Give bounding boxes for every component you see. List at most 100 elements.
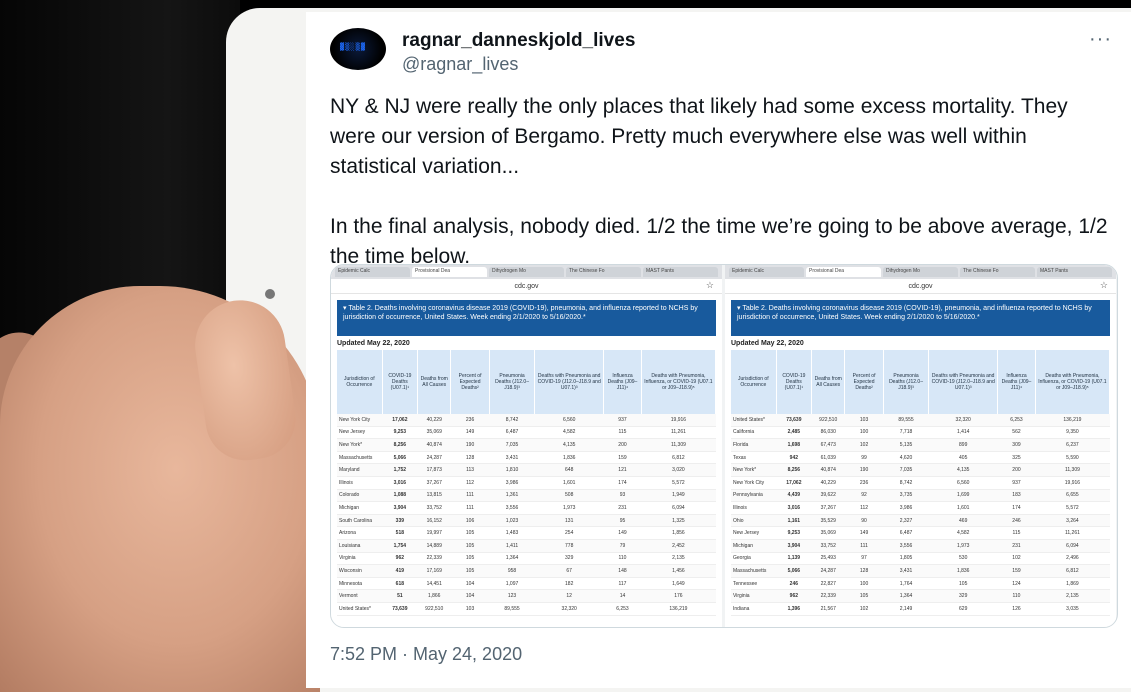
column-header: Influenza Deaths (J09–J11)⁴ [997, 350, 1036, 414]
table-cell: 103 [450, 602, 490, 616]
table-cell: 3,735 [883, 489, 929, 503]
avatar[interactable]: ▓▒░▒▓ [330, 28, 386, 70]
table-cell: 99 [844, 451, 884, 465]
table-cell: 159 [997, 564, 1036, 578]
updated-date: Updated May 22, 2020 [337, 340, 410, 347]
table-cell: 14,451 [417, 577, 451, 591]
table-cell: 40,874 [417, 438, 451, 452]
table-cell: Maryland [337, 463, 383, 477]
tablet-camera [265, 289, 275, 299]
display-name[interactable]: ragnar_danneskjold_lives [402, 30, 635, 52]
table-cell: 5,572 [641, 476, 716, 490]
table-cell: 73,639 [776, 414, 812, 427]
table-cell: 115 [997, 526, 1036, 540]
table-row: United States* 73,639 922,510 103 89,555 32,3… [337, 602, 716, 616]
table-cell: 899 [928, 438, 998, 452]
table-cell: 1,810 [489, 463, 535, 477]
table-cell: 89,555 [489, 602, 535, 616]
table-cell: Vermont [337, 589, 383, 603]
table-cell: 518 [382, 526, 418, 540]
table-cell: 32,320 [534, 602, 604, 616]
table-cell: 1,601 [534, 476, 604, 490]
table-cell: Virginia [731, 589, 777, 603]
table-cell: 309 [997, 438, 1036, 452]
table-row: Minnesota 618 14,451 104 1,097 182 117 1,649 [337, 577, 716, 591]
table-cell: 17,062 [776, 476, 812, 490]
table-row: Maryland 1,752 17,873 113 1,810 648 121 3,020 [337, 463, 716, 477]
table-cell: 5,572 [1035, 501, 1110, 515]
table-cell: 67,473 [811, 438, 845, 452]
table-cell: 131 [534, 514, 604, 528]
table-cell: Wisconsin [337, 564, 383, 578]
table-cell: 174 [997, 501, 1036, 515]
table-cell: Michigan [337, 501, 383, 515]
table-row: Massachusetts 5,066 24,287 128 3,431 1,836 159… [731, 564, 1110, 578]
table-cell: 103 [844, 414, 884, 427]
deaths-table-right: Jurisdiction of Occurrence COVID-19 Death… [731, 350, 1111, 616]
table-cell: 92 [844, 489, 884, 503]
table-row: Virginia 962 22,339 105 1,364 329 110 2,135 [337, 552, 716, 566]
table-cell: 113 [450, 463, 490, 477]
table-cell: 1,601 [928, 501, 998, 515]
table-cell: 112 [844, 501, 884, 515]
table-banner: ▾ Table 2. Deaths involving coronavirus … [731, 300, 1110, 336]
table-cell: 922,510 [417, 602, 451, 616]
table-cell: Illinois [337, 476, 383, 490]
url-text: cdc.gov [908, 282, 933, 290]
table-cell: 1,856 [641, 526, 716, 540]
table-cell: 102 [997, 552, 1036, 566]
table-cell: 3,431 [883, 564, 929, 578]
table-cell: 11,309 [1035, 463, 1110, 477]
browser-tabs: Epidemic Calc Provisional Dea Dihydrogen M… [331, 265, 722, 279]
table-cell: 329 [534, 552, 604, 566]
table-cell: 22,339 [417, 552, 451, 566]
table-cell: 942 [776, 451, 812, 465]
table-row: Virginia 962 22,339 105 1,364 329 110 2,135 [731, 589, 1110, 603]
column-header: Influenza Deaths (J09–J11)⁴ [603, 350, 642, 414]
table-cell: 86,030 [811, 426, 845, 440]
user-handle[interactable]: @ragnar_lives [402, 54, 518, 75]
table-cell: 102 [844, 438, 884, 452]
table-cell: 22,339 [811, 589, 845, 603]
table-cell: 19,997 [417, 526, 451, 540]
table-cell: 962 [382, 552, 418, 566]
table-cell: 7,035 [883, 463, 929, 477]
table-cell: 121 [603, 463, 642, 477]
more-options-icon[interactable]: ··· [1089, 28, 1112, 51]
table-cell: 13,815 [417, 489, 451, 503]
table-cell: 200 [997, 463, 1036, 477]
table-cell: South Carolina [337, 514, 383, 528]
table-cell: 3,016 [382, 476, 418, 490]
table-cell: New York* [337, 438, 383, 452]
table-cell: 4,135 [534, 438, 604, 452]
tweet-media-image[interactable]: Epidemic Calc Provisional Dea Dihydrogen M… [330, 264, 1118, 628]
table-cell: 105 [844, 589, 884, 603]
tweet-timestamp[interactable]: 7:52 PM · May 24, 2020 [330, 644, 522, 665]
table-cell: 6,253 [603, 602, 642, 616]
table-cell: 149 [450, 426, 490, 440]
table-cell: 35,069 [417, 426, 451, 440]
table-cell: 14 [603, 589, 642, 603]
browser-tab: Dihydrogen Mo [489, 267, 564, 277]
table-cell: 35,069 [811, 526, 845, 540]
table-cell: 1,949 [641, 489, 716, 503]
table-cell: 3,904 [776, 539, 812, 553]
table-cell: 8,742 [489, 414, 535, 427]
column-header: Jurisdiction of Occurrence [337, 350, 383, 414]
table-cell: 61,039 [811, 451, 845, 465]
table-cell: 111 [450, 501, 490, 515]
table-row: New York City 17,062 40,229 236 8,742 6,560 93… [337, 414, 716, 427]
table-cell: 25,493 [811, 552, 845, 566]
table-row: Pennsylvania 4,439 39,622 92 3,735 1,699 183 6,… [731, 489, 1110, 503]
table-cell: New York City [337, 414, 383, 427]
table-cell: 937 [997, 476, 1036, 490]
table-cell: 1,411 [489, 539, 535, 553]
table-cell: 254 [534, 526, 604, 540]
table-cell: 149 [603, 526, 642, 540]
table-cell: 8,256 [776, 463, 812, 477]
table-cell: 2,496 [1035, 552, 1110, 566]
browser-tab: The Chinese Fo [960, 267, 1035, 277]
table-cell: 6,253 [997, 414, 1036, 427]
table-cell: 8,256 [382, 438, 418, 452]
table-cell: 17,062 [382, 414, 418, 427]
